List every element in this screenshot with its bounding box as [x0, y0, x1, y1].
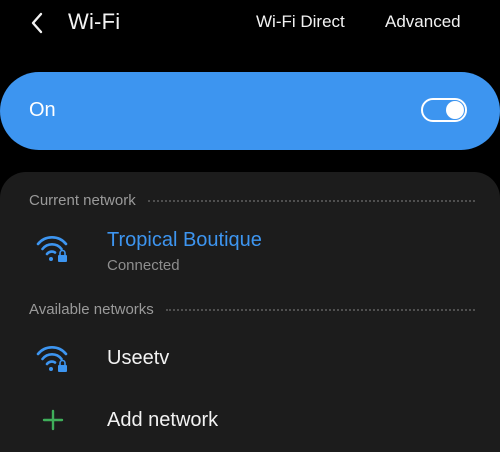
wifi-switch[interactable]	[421, 98, 467, 122]
current-network-header: Current network	[29, 190, 479, 210]
advanced-button[interactable]: Advanced	[385, 12, 461, 32]
wifi-direct-button[interactable]: Wi-Fi Direct	[256, 12, 345, 32]
add-network-label: Add network	[107, 409, 219, 431]
page-title: Wi-Fi	[68, 9, 121, 34]
add-network-row[interactable]: Add network	[0, 400, 500, 444]
current-network-row[interactable]: Tropical Boutique Connected	[0, 224, 500, 284]
plus-icon	[40, 407, 66, 433]
available-networks-header: Available networks	[29, 299, 479, 319]
wifi-locked-icon	[36, 234, 70, 264]
section-title: Current network	[29, 191, 136, 209]
section-divider	[165, 309, 475, 311]
section-title: Available networks	[29, 300, 154, 318]
section-divider	[147, 200, 475, 202]
network-row-useetv[interactable]: Useetv	[0, 338, 500, 382]
toggle-label: On	[29, 99, 56, 121]
current-network-status: Connected	[107, 257, 180, 274]
current-network-name: Tropical Boutique	[107, 229, 262, 251]
switch-knob	[446, 101, 464, 119]
chevron-left-icon[interactable]	[26, 10, 48, 36]
wifi-toggle-card[interactable]: On	[0, 72, 500, 150]
app-header: Wi-Fi Wi-Fi Direct Advanced	[0, 0, 500, 46]
network-name: Useetv	[107, 347, 170, 369]
wifi-locked-icon	[36, 344, 70, 374]
